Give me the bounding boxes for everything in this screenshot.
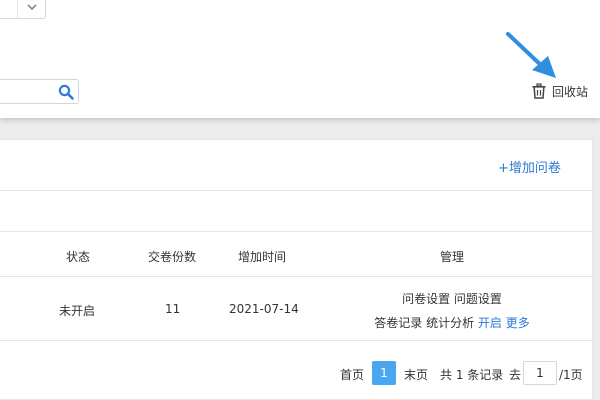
- column-header-added-time: 增加时间: [238, 250, 287, 264]
- select-divider: [17, 0, 18, 19]
- filter-select[interactable]: [0, 0, 46, 19]
- pagination-first[interactable]: 首页: [340, 362, 364, 386]
- statistics-link[interactable]: 统计分析: [426, 316, 474, 330]
- question-settings-link[interactable]: 问题设置: [454, 292, 502, 306]
- last-page-link[interactable]: 末页: [404, 366, 428, 383]
- chevron-down-icon: [27, 4, 37, 11]
- search-icon[interactable]: [58, 84, 74, 100]
- answer-records-link[interactable]: 答卷记录: [374, 316, 422, 330]
- goto-page-input[interactable]: [523, 361, 557, 385]
- pagination-goto: 去: [509, 362, 521, 386]
- arrow-icon: [506, 32, 556, 78]
- total-pages: /1页: [559, 367, 583, 382]
- trash-icon: [532, 83, 546, 99]
- row-status: 未开启: [59, 304, 96, 318]
- divider: [0, 340, 593, 341]
- pagination-total-pages: /1页: [559, 362, 583, 386]
- first-page-link[interactable]: 首页: [340, 366, 364, 383]
- survey-settings-link[interactable]: 问卷设置: [402, 292, 450, 306]
- current-page[interactable]: 1: [372, 361, 396, 385]
- manage-actions-line-1: 问卷设置 问题设置: [340, 290, 564, 307]
- open-link[interactable]: 开启: [478, 316, 502, 330]
- survey-list-card: +增加问卷 状态 交卷份数 增加时间 管理 未开启 11 2021-07-14 …: [0, 139, 593, 400]
- total-records: 共 1 条记录: [440, 367, 504, 382]
- recycle-bin-label: 回收站: [552, 84, 589, 99]
- add-survey-link[interactable]: +增加问卷: [498, 157, 561, 176]
- goto-label: 去: [509, 367, 522, 382]
- column-header-status: 状态: [66, 250, 91, 264]
- divider: [0, 190, 593, 191]
- divider: [0, 276, 593, 277]
- search-input[interactable]: [0, 79, 79, 104]
- more-link[interactable]: 更多: [506, 316, 530, 330]
- row-added-time: 2021-07-14: [229, 302, 299, 316]
- filter-panel: 回收站: [0, 0, 600, 118]
- column-header-manage: 管理: [440, 250, 465, 264]
- row-submissions: 11: [165, 302, 181, 316]
- pagination-last[interactable]: 末页: [404, 362, 428, 386]
- recycle-bin-button[interactable]: 回收站: [531, 82, 588, 100]
- divider: [0, 231, 593, 232]
- column-header-submissions: 交卷份数: [148, 250, 197, 264]
- pagination-total: 共 1 条记录: [440, 362, 503, 386]
- manage-actions-line-2: 答卷记录 统计分析 开启 更多: [340, 314, 564, 331]
